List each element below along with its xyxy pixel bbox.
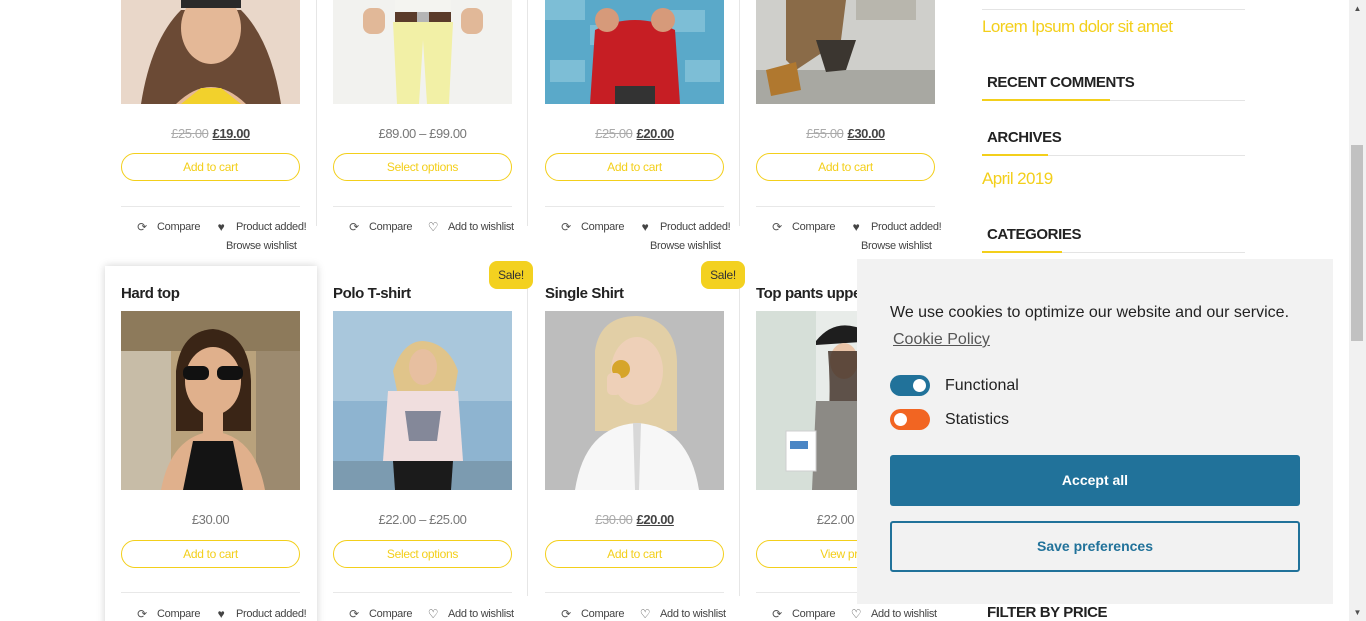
compare-button[interactable]: ⟳ Compare (347, 607, 412, 621)
wishlist-status: ♥ Product added! (214, 607, 307, 621)
toggle-knob (894, 413, 907, 426)
product-image[interactable] (333, 311, 512, 490)
product-image[interactable] (756, 0, 935, 104)
card-divider (545, 592, 724, 593)
recent-comments-heading: RECENT COMMENTS (987, 74, 1135, 91)
card-divider (756, 206, 935, 207)
heart-outline-icon: ♡ (639, 607, 651, 621)
product-image[interactable] (121, 311, 300, 490)
heart-filled-icon: ♥ (217, 220, 225, 234)
card-divider (333, 206, 512, 207)
add-to-wishlist-button[interactable]: ♡ Add to wishlist (426, 220, 514, 234)
card-divider (545, 206, 724, 207)
compare-button[interactable]: ⟳ Compare (135, 607, 200, 621)
sale-badge: Sale! (489, 261, 533, 289)
add-to-cart-button[interactable]: Add to cart (545, 540, 724, 568)
wishlist-status: ♥ Product added! (849, 220, 942, 234)
browse-wishlist-link[interactable]: Browse wishlist (861, 240, 932, 252)
add-to-cart-button[interactable]: Add to cart (756, 153, 935, 181)
product-title[interactable]: Polo T-shirt (333, 285, 411, 302)
wishlist-status: ♥ Product added! (638, 220, 731, 234)
product-image[interactable] (545, 0, 724, 104)
select-options-button[interactable]: Select options (333, 540, 512, 568)
card-divider (121, 206, 300, 207)
recent-post-link[interactable]: Lorem Ipsum dolor sit amet (982, 17, 1173, 37)
categories-heading: CATEGORIES (987, 226, 1082, 243)
add-to-wishlist-button[interactable]: ♡ Add to wishlist (426, 607, 514, 621)
functional-label: Functional (945, 377, 1019, 394)
add-to-cart-button[interactable]: Add to cart (121, 153, 300, 181)
functional-toggle[interactable] (890, 375, 930, 396)
add-to-cart-button[interactable]: Add to cart (545, 153, 724, 181)
compare-button[interactable]: ⟳ Compare (770, 220, 835, 234)
cookie-consent-panel: We use cookies to optimize our website a… (857, 259, 1333, 604)
heart-filled-icon: ♥ (852, 220, 860, 234)
column-separator (739, 0, 740, 226)
product-price: £89.00 – £99.00 (378, 126, 467, 141)
heart-outline-icon: ♡ (427, 220, 439, 234)
product-title[interactable]: Hard top (121, 285, 180, 302)
column-separator (316, 0, 317, 226)
heading-accent (982, 99, 1110, 101)
product-price: £55.00 £30.00 (806, 126, 885, 141)
heart-filled-icon: ♥ (217, 607, 225, 621)
compare-icon: ⟳ (772, 607, 782, 621)
card-divider (121, 592, 300, 593)
compare-button[interactable]: ⟳ Compare (347, 220, 412, 234)
compare-icon: ⟳ (349, 220, 359, 234)
save-preferences-button[interactable]: Save preferences (890, 521, 1300, 572)
product-price: £22.00 – £25.00 (378, 512, 467, 527)
column-separator (739, 266, 740, 596)
compare-icon: ⟳ (137, 220, 147, 234)
compare-icon: ⟳ (137, 607, 147, 621)
filter-by-price-heading: FILTER BY PRICE (987, 604, 1108, 621)
card-divider (333, 592, 512, 593)
shop-page: £25.00 £19.00 Add to cart ⟳ Compare ♥ Produ… (0, 0, 1366, 621)
scrollbar-thumb[interactable] (1351, 145, 1363, 341)
product-image[interactable] (121, 0, 300, 104)
heart-outline-icon: ♡ (427, 607, 439, 621)
browse-wishlist-link[interactable]: Browse wishlist (650, 240, 721, 252)
add-to-cart-button[interactable]: Add to cart (121, 540, 300, 568)
toggle-knob (913, 379, 926, 392)
scroll-down-arrow-icon[interactable]: ▼ (1349, 604, 1366, 621)
product-image[interactable] (333, 0, 512, 104)
cookie-policy-link[interactable]: Cookie Policy (893, 331, 990, 349)
heart-outline-icon: ♡ (850, 607, 862, 621)
product-title[interactable]: Single Shirt (545, 285, 624, 302)
compare-icon: ⟳ (349, 607, 359, 621)
accept-all-button[interactable]: Accept all (890, 455, 1300, 506)
product-price: £25.00 £20.00 (595, 126, 674, 141)
compare-icon: ⟳ (772, 220, 782, 234)
statistics-label: Statistics (945, 411, 1010, 428)
statistics-toggle[interactable] (890, 409, 930, 430)
product-price: £25.00 £19.00 (171, 126, 250, 141)
product-price: £30.00 £20.00 (595, 512, 674, 527)
heading-accent (982, 251, 1062, 253)
compare-icon: ⟳ (561, 607, 571, 621)
sale-badge: Sale! (701, 261, 745, 289)
wishlist-status: ♥ Product added! (214, 220, 307, 234)
compare-button[interactable]: ⟳ Compare (770, 607, 835, 621)
add-to-wishlist-button[interactable]: ♡ Add to wishlist (849, 607, 937, 621)
compare-icon: ⟳ (561, 220, 571, 234)
select-options-button[interactable]: Select options (333, 153, 512, 181)
heading-accent (982, 154, 1048, 156)
column-separator (527, 0, 528, 226)
archives-heading: ARCHIVES (987, 129, 1062, 146)
product-price: £30.00 (191, 512, 230, 527)
compare-button[interactable]: ⟳ Compare (559, 607, 624, 621)
column-separator (527, 266, 528, 596)
product-title[interactable]: Top pants upper (756, 285, 867, 302)
sidebar-divider (982, 9, 1245, 10)
product-image[interactable] (545, 311, 724, 490)
scroll-up-arrow-icon[interactable]: ▲ (1349, 0, 1366, 17)
archive-link[interactable]: April 2019 (982, 169, 1053, 189)
cookie-message: We use cookies to optimize our website a… (890, 304, 1290, 321)
add-to-wishlist-button[interactable]: ♡ Add to wishlist (638, 607, 726, 621)
browse-wishlist-link[interactable]: Browse wishlist (226, 240, 297, 252)
compare-button[interactable]: ⟳ Compare (559, 220, 624, 234)
compare-button[interactable]: ⟳ Compare (135, 220, 200, 234)
heart-filled-icon: ♥ (641, 220, 649, 234)
